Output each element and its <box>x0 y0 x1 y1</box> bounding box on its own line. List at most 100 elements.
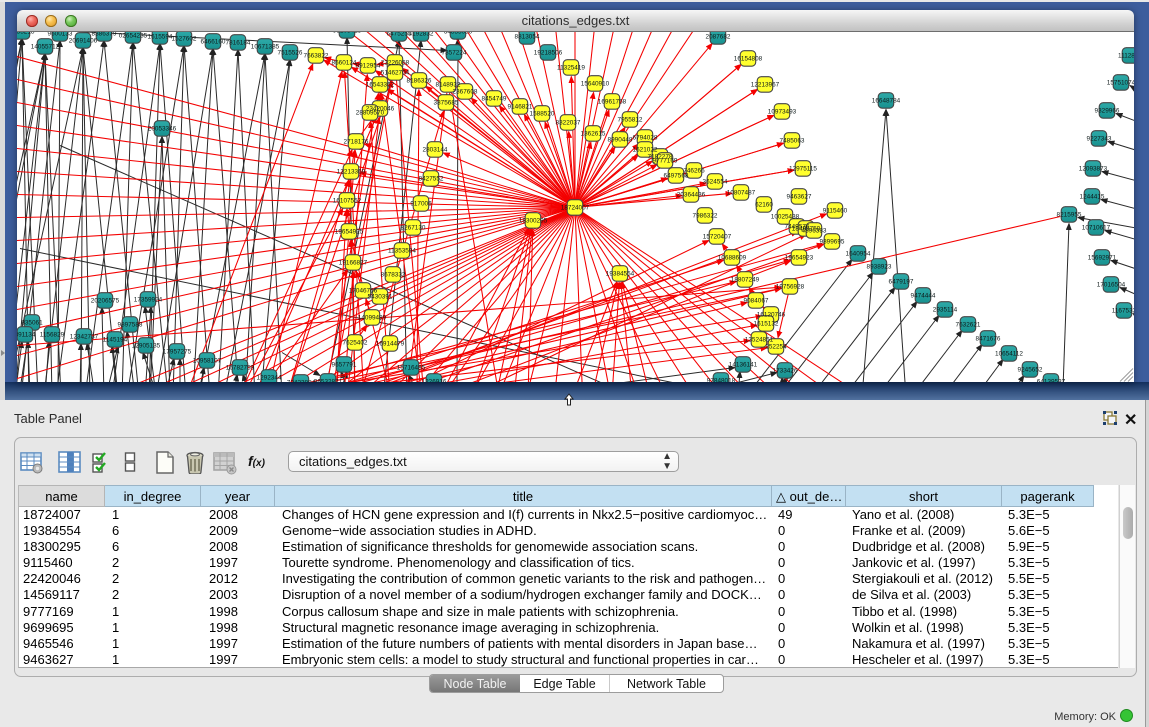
svg-text:17957275: 17957275 <box>163 348 192 355</box>
svg-text:17016504: 17016504 <box>1097 281 1126 288</box>
svg-text:8386379: 8386379 <box>92 32 117 38</box>
svg-text:9146821: 9146821 <box>508 103 533 110</box>
svg-text:4192832: 4192832 <box>409 32 434 38</box>
svg-text:1615594: 1615594 <box>148 33 173 40</box>
svg-text:6466160: 6466160 <box>201 38 226 45</box>
svg-text:15751074: 15751074 <box>1107 79 1134 86</box>
svg-text:12213369: 12213369 <box>337 168 366 175</box>
svg-text:5430391: 5430391 <box>368 293 393 300</box>
svg-text:64835030: 64835030 <box>444 32 473 36</box>
svg-text:2718176: 2718176 <box>344 138 369 145</box>
svg-text:2935114: 2935114 <box>933 306 958 313</box>
svg-text:18300295: 18300295 <box>519 217 548 224</box>
svg-text:62160: 62160 <box>755 201 773 208</box>
svg-text:10025438: 10025438 <box>771 213 800 220</box>
svg-text:19218506: 19218506 <box>534 49 563 56</box>
svg-text:2367608: 2367608 <box>453 88 478 95</box>
svg-text:18807249: 18807249 <box>731 276 760 283</box>
svg-text:20364436: 20364436 <box>677 191 706 198</box>
svg-text:1588520: 1588520 <box>530 110 555 117</box>
svg-text:2803144: 2803144 <box>423 146 448 153</box>
svg-text:15720407: 15720407 <box>703 233 732 240</box>
svg-text:7986322: 7986322 <box>693 212 718 219</box>
svg-text:10688609: 10688609 <box>718 254 747 261</box>
svg-text:64139537: 64139537 <box>1037 378 1066 382</box>
svg-text:3875685: 3875685 <box>434 99 459 106</box>
svg-text:28809570: 28809570 <box>356 109 385 116</box>
svg-text:6497568: 6497568 <box>664 172 689 179</box>
svg-text:9657791: 9657791 <box>332 361 357 368</box>
svg-text:8990448: 8990448 <box>608 136 633 143</box>
svg-text:23226058: 23226058 <box>381 59 410 66</box>
svg-text:2087682: 2087682 <box>706 33 731 40</box>
svg-text:4896383: 4896383 <box>802 227 827 234</box>
svg-text:7485063: 7485063 <box>780 137 805 144</box>
svg-text:96532871: 96532871 <box>314 378 343 382</box>
svg-text:16107552: 16107552 <box>333 197 362 204</box>
svg-text:72423884: 72423884 <box>287 379 316 382</box>
svg-text:18724007: 18724007 <box>561 204 590 211</box>
svg-text:19166827: 19166827 <box>339 259 368 266</box>
svg-text:1156829: 1156829 <box>40 331 65 338</box>
svg-text:97848018: 97848018 <box>707 377 736 382</box>
svg-text:19384554: 19384554 <box>606 270 635 277</box>
svg-text:1145194: 1145194 <box>103 336 128 343</box>
svg-text:8938923: 8938923 <box>867 263 892 270</box>
svg-text:3624554: 3624554 <box>703 178 728 185</box>
svg-text:11325419: 11325419 <box>557 64 585 71</box>
svg-text:7357224: 7357224 <box>442 49 467 56</box>
svg-text:9084067: 9084067 <box>744 297 769 304</box>
svg-text:14099489: 14099489 <box>358 314 387 321</box>
svg-text:8148932: 8148932 <box>436 81 461 88</box>
svg-text:8322037: 8322037 <box>556 119 581 126</box>
svg-text:9899695: 9899695 <box>820 238 845 245</box>
svg-text:252254: 252254 <box>765 343 787 350</box>
svg-text:0433218: 0433218 <box>17 32 35 36</box>
svg-text:17359924: 17359924 <box>134 296 163 303</box>
svg-text:19756928: 19756928 <box>776 283 805 290</box>
svg-text:9897588: 9897588 <box>118 321 143 328</box>
svg-text:14136141: 14136141 <box>729 361 758 368</box>
svg-text:20053346: 20053346 <box>148 125 177 132</box>
svg-text:02654235: 02654235 <box>119 32 148 39</box>
svg-text:10958107: 10958107 <box>193 357 222 364</box>
svg-text:1640954: 1640954 <box>846 250 871 257</box>
svg-text:1615132: 1615132 <box>754 320 779 327</box>
svg-text:19654925: 19654925 <box>335 228 364 235</box>
svg-text:8678332: 8678332 <box>381 271 406 278</box>
svg-text:9115460: 9115460 <box>823 207 848 214</box>
svg-text:20691406: 20691406 <box>69 37 98 44</box>
svg-text:12093873: 12093873 <box>1079 165 1108 172</box>
svg-text:16120746: 16120746 <box>757 311 786 318</box>
svg-text:6794028: 6794028 <box>633 134 658 141</box>
svg-text:12213967: 12213967 <box>751 81 780 88</box>
svg-text:10671385: 10671385 <box>251 43 280 50</box>
svg-text:8267130: 8267130 <box>401 224 426 231</box>
svg-text:12905135: 12905135 <box>132 342 161 349</box>
svg-text:16961758: 16961758 <box>598 98 627 105</box>
svg-text:12342737: 12342737 <box>70 333 99 340</box>
svg-text:9227343: 9227343 <box>1087 135 1112 142</box>
svg-text:7625402: 7625402 <box>343 339 368 346</box>
svg-text:7816184: 7816184 <box>226 39 251 46</box>
svg-text:8186326: 8186326 <box>407 77 432 84</box>
svg-text:16543362: 16543362 <box>366 81 395 88</box>
svg-text:7632621: 7632621 <box>956 321 981 328</box>
svg-text:9474444: 9474444 <box>911 292 936 299</box>
svg-text:391134: 391134 <box>17 331 36 338</box>
svg-text:16914479: 16914479 <box>376 340 405 347</box>
svg-text:10654112: 10654112 <box>995 350 1023 357</box>
svg-text:12975115: 12975115 <box>789 165 817 172</box>
svg-text:19654923: 19654923 <box>785 254 814 261</box>
svg-text:1733426: 1733426 <box>773 367 798 374</box>
svg-text:10710617: 10710617 <box>1082 224 1111 231</box>
svg-text:8427552: 8427552 <box>419 175 444 182</box>
svg-text:15640910: 15640910 <box>581 80 610 87</box>
svg-text:9329966: 9329966 <box>1095 107 1120 114</box>
svg-text:20206575: 20206575 <box>91 297 120 304</box>
svg-text:8215955: 8215955 <box>1057 211 1082 218</box>
svg-text:1527602: 1527602 <box>172 35 197 42</box>
svg-text:1167533: 1167533 <box>1112 307 1134 314</box>
svg-text:15692971: 15692971 <box>1088 254 1117 261</box>
svg-text:16648784: 16648784 <box>872 97 901 104</box>
